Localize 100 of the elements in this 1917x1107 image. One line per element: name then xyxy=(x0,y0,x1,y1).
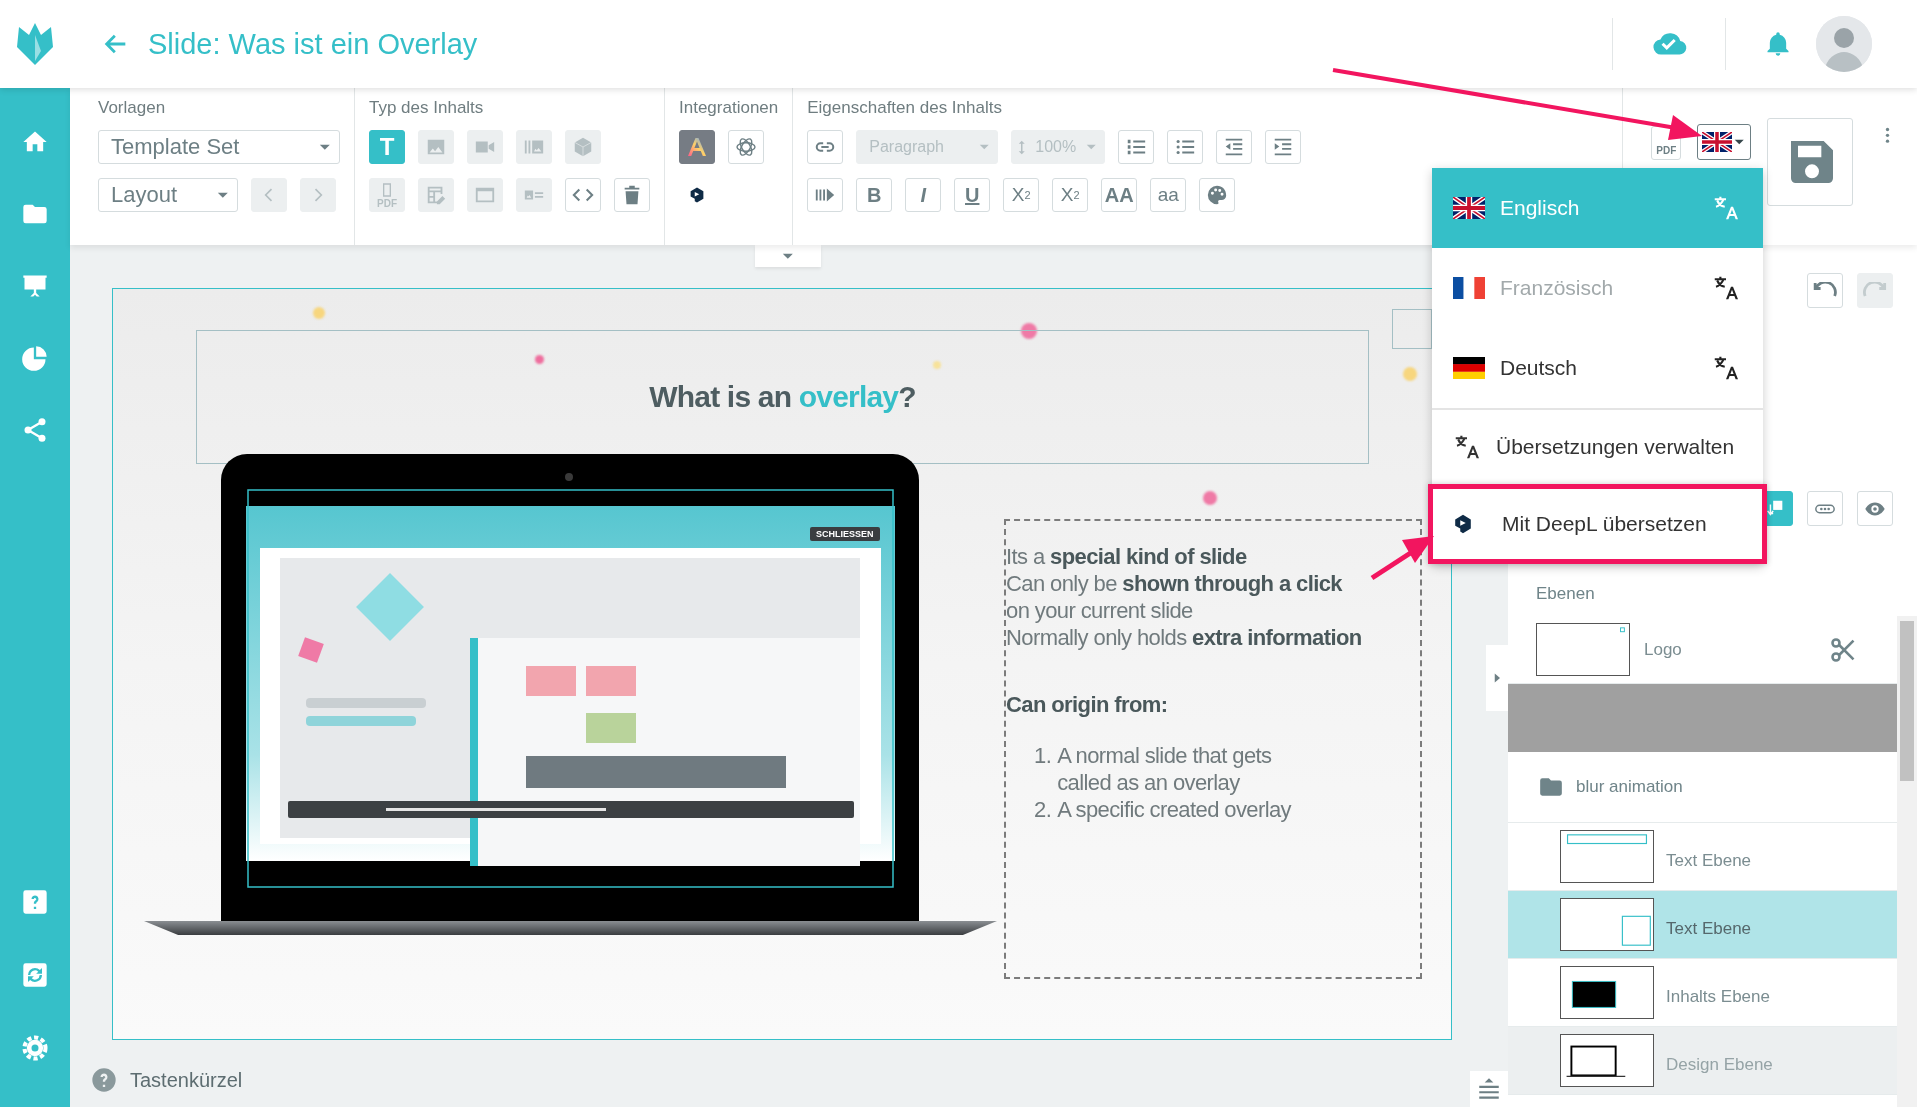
text-line: Can only be shown through a click xyxy=(1006,570,1344,597)
group-label: Eigenschaften des Inhalts xyxy=(807,98,1003,118)
menu-action[interactable]: Mit DeepL übersetzen xyxy=(1428,484,1767,564)
outdent-button[interactable] xyxy=(1216,130,1253,164)
sync-nav-button[interactable] xyxy=(21,961,49,989)
language-option[interactable]: Deutsch xyxy=(1432,328,1763,408)
text-line: on your current slide xyxy=(1006,597,1194,624)
help-icon xyxy=(90,1066,118,1094)
dots-button[interactable] xyxy=(1807,491,1843,526)
flag-icon xyxy=(1453,197,1485,219)
bullet-list-button[interactable] xyxy=(1167,130,1204,164)
help-icon xyxy=(21,888,49,916)
cut-button[interactable] xyxy=(1829,635,1857,664)
text-line: Its a special kind of slide xyxy=(1006,543,1248,570)
steps-button[interactable] xyxy=(807,178,844,212)
group-label: Integrationen xyxy=(679,98,779,118)
layer-name: Design Ebene xyxy=(1666,1054,1773,1075)
knot-icon xyxy=(734,135,758,159)
hexagon-icon xyxy=(688,186,706,204)
text-line: Normally only holds extra information xyxy=(1006,624,1363,651)
square-list-button[interactable] xyxy=(1118,130,1155,164)
group-label: Vorlagen xyxy=(98,98,167,118)
knot-button[interactable] xyxy=(728,130,764,164)
link-button[interactable] xyxy=(807,130,844,164)
palette-button[interactable] xyxy=(1199,178,1236,212)
settings-nav-button[interactable] xyxy=(21,1034,49,1062)
caret-down-icon xyxy=(1734,139,1745,145)
format-button[interactable]: B xyxy=(856,178,893,212)
layer-name: Inhalts Ebene xyxy=(1666,986,1770,1007)
undo-button[interactable] xyxy=(1807,273,1843,308)
pie-chart-icon xyxy=(21,344,49,372)
panel-title: Ebenen xyxy=(1536,584,1596,604)
sync-icon xyxy=(21,961,49,989)
text-heading: Can origin from: xyxy=(1006,692,1169,718)
expand-panel-button[interactable] xyxy=(1470,1071,1508,1107)
language-option[interactable]: Englisch xyxy=(1432,168,1763,248)
gradient-letter-icon xyxy=(685,135,709,159)
cube-icon xyxy=(572,136,594,158)
confetti-dot xyxy=(1403,367,1417,381)
format-button[interactable]: AA xyxy=(1101,178,1138,212)
scrollbar[interactable] xyxy=(1897,616,1917,1107)
caret-down-icon xyxy=(217,191,229,199)
list-number: 2. xyxy=(1034,796,1052,823)
avatar[interactable] xyxy=(1816,16,1872,72)
confetti-dot xyxy=(1203,491,1217,505)
flag-icon xyxy=(1453,277,1485,299)
indent-button[interactable] xyxy=(1265,130,1302,164)
undo-icon xyxy=(1813,282,1837,299)
pie-chart-nav-button[interactable] xyxy=(21,344,49,372)
caret-down-icon xyxy=(782,252,794,260)
confetti-dot xyxy=(933,361,941,369)
template-set-select[interactable]: Template Set xyxy=(98,130,340,164)
folder-name: blur animation xyxy=(1576,777,1683,797)
format-button[interactable]: I xyxy=(905,178,942,212)
text-height-icon xyxy=(1018,139,1026,155)
save-button[interactable] xyxy=(1767,118,1853,206)
list-number: 1. xyxy=(1034,742,1052,770)
layer-name: Text Ebene xyxy=(1666,918,1752,939)
shortcuts-link[interactable]: Tastenkürzel xyxy=(130,1068,243,1092)
caret-down-icon xyxy=(978,144,990,150)
group-label: Typ des Inhalts xyxy=(369,98,485,118)
language-select[interactable] xyxy=(1697,124,1751,160)
format-button[interactable]: aa xyxy=(1150,178,1187,212)
list-item-text: A specific created overlay xyxy=(1057,796,1293,823)
text-button[interactable]: T xyxy=(369,130,405,164)
settings-icon xyxy=(21,1034,49,1062)
lines-icon xyxy=(1476,1076,1502,1102)
menu-action[interactable]: Übersetzungen verwalten xyxy=(1432,410,1763,484)
table-edit-icon xyxy=(425,184,447,206)
confetti-dot xyxy=(535,355,544,364)
redo-icon xyxy=(1863,282,1887,299)
code-button[interactable] xyxy=(565,178,601,212)
gradient-letter-button[interactable] xyxy=(679,130,715,164)
flag-icon xyxy=(1702,132,1733,152)
slide-title: What is an overlay? xyxy=(649,380,916,414)
element-frame xyxy=(1392,309,1432,349)
help-button[interactable] xyxy=(90,1066,118,1094)
layout-select[interactable]: Layout xyxy=(98,178,238,212)
camera-dot xyxy=(565,473,573,481)
caret-down-icon xyxy=(1085,144,1097,150)
annotation-arrow xyxy=(1370,536,1434,581)
layer-row[interactable]: Text Ebene xyxy=(1508,891,1897,959)
hexagon-icon xyxy=(1452,513,1474,535)
close-button[interactable]: SCHLIESSEN xyxy=(810,527,880,541)
scissors-icon xyxy=(1829,635,1857,664)
confetti-dot xyxy=(1021,323,1037,339)
palette-icon xyxy=(1206,184,1229,206)
confetti-dot xyxy=(313,307,325,319)
help-nav-button[interactable] xyxy=(21,888,49,916)
kebab-icon xyxy=(1884,126,1890,144)
eye-button[interactable] xyxy=(1857,491,1893,526)
collapse-toolbar-button[interactable] xyxy=(755,245,821,267)
page-title: Slide: Was ist ein Overlay xyxy=(148,27,478,61)
layer-name: Text Ebene xyxy=(1666,850,1752,871)
format-button[interactable]: U xyxy=(954,178,991,212)
list-item-text: A normal slide that gets called as an overlay xyxy=(1057,742,1273,796)
trash-button[interactable] xyxy=(614,178,650,212)
flag-icon xyxy=(1453,357,1485,379)
format-button[interactable]: X$^{2}$ xyxy=(1003,178,1040,212)
fox-logo-icon xyxy=(15,21,55,67)
